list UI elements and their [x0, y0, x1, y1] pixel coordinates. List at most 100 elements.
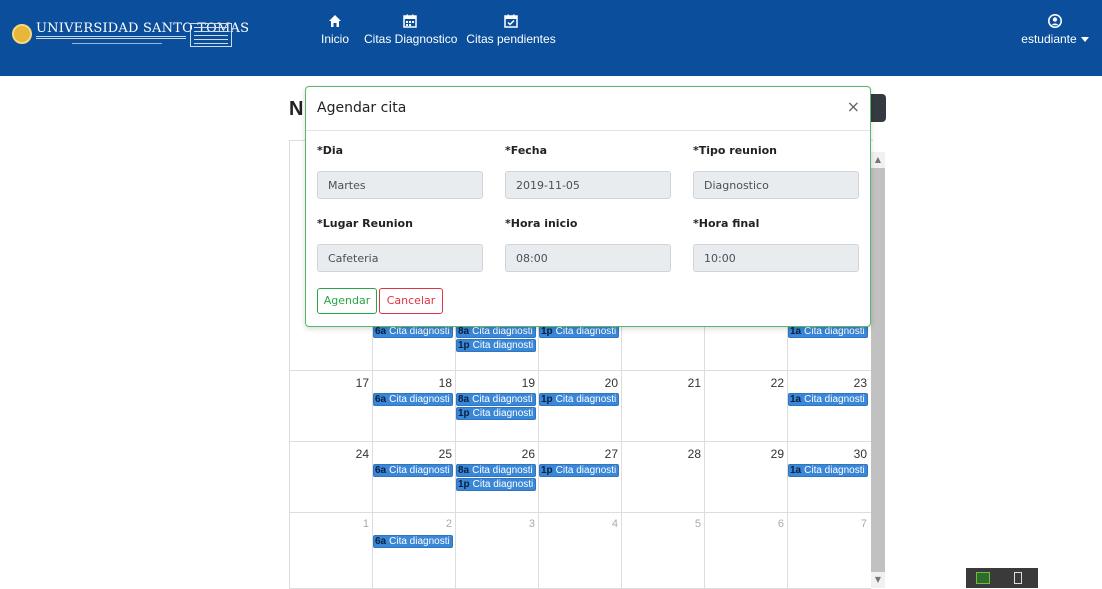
- day-number: 3: [528, 518, 535, 530]
- tipo-reunion-field[interactable]: Diagnostico: [693, 171, 859, 199]
- event-time: 1p: [541, 465, 553, 476]
- event-title: Cita diagnosti: [472, 340, 534, 351]
- calendar-event[interactable]: 8a Cita diagnosti: [456, 393, 536, 406]
- calendar-event[interactable]: 1p Cita diagnosti: [456, 407, 536, 420]
- calendar-scrollbar[interactable]: ▲ ▼: [871, 152, 885, 588]
- calendar-day-cell[interactable]: 4: [538, 513, 621, 588]
- calendar-day-cell[interactable]: 24: [289, 442, 372, 512]
- fecha-label: *Fecha: [505, 144, 548, 157]
- logo-subtitle-line: [72, 43, 162, 44]
- calendar-day-cell[interactable]: 20: [538, 371, 621, 441]
- event-time: 1p: [458, 340, 470, 351]
- event-title: Cita diagnosti: [555, 326, 617, 337]
- cancelar-button[interactable]: Cancelar: [379, 288, 443, 314]
- calendar-event[interactable]: 8a Cita diagnosti: [456, 464, 536, 477]
- calendar-day-cell[interactable]: 1: [289, 513, 372, 588]
- nav-inicio[interactable]: Inicio: [317, 14, 353, 46]
- tipo-reunion-label: *Tipo reunion: [693, 144, 777, 157]
- calendar-event[interactable]: 1a Cita diagnosti: [788, 464, 868, 477]
- hora-final-field[interactable]: 10:00: [693, 244, 859, 272]
- caret-down-icon: [1080, 37, 1089, 43]
- calendar-event[interactable]: 1p Cita diagnosti: [456, 339, 536, 352]
- calendar-day-cell[interactable]: 27: [538, 442, 621, 512]
- calendar-day-cell[interactable]: 26: [455, 442, 538, 512]
- user-label: estudiante: [1021, 32, 1077, 46]
- agendar-button[interactable]: Agendar: [317, 288, 377, 314]
- day-number: 2: [445, 518, 452, 530]
- calendar-day-cell[interactable]: 6: [704, 513, 787, 588]
- nvidia-icon[interactable]: [976, 572, 990, 584]
- calendar-day-cell[interactable]: 7: [787, 513, 870, 588]
- calendar-day-cell[interactable]: 17: [289, 371, 372, 441]
- calendar-event[interactable]: 1p Cita diagnosti: [539, 393, 619, 406]
- lugar-reunion-field[interactable]: Cafeteria: [317, 244, 483, 272]
- day-number: 5: [694, 518, 701, 530]
- nav-citas-label: Citas Diagnostico: [364, 32, 458, 46]
- logo-subtitle-lines: [36, 36, 186, 39]
- scroll-down-arrow-icon[interactable]: ▼: [871, 572, 885, 588]
- calendar-event[interactable]: 6a Cita diagnosti: [373, 393, 453, 406]
- university-seal-icon: [12, 24, 32, 44]
- calendar-day-cell[interactable]: 21: [621, 371, 704, 441]
- event-time: 6a: [375, 326, 387, 337]
- nav-pendientes-label: Citas pendientes: [466, 32, 556, 46]
- day-number: 30: [853, 447, 867, 461]
- accreditation-badge: [190, 23, 232, 47]
- calendar-day-cell[interactable]: 22: [704, 371, 787, 441]
- event-time: 1p: [458, 479, 470, 490]
- usb-icon[interactable]: [1014, 572, 1022, 584]
- nav-inicio-label: Inicio: [320, 32, 349, 46]
- calendar-day-cell[interactable]: 19: [455, 371, 538, 441]
- calendar-day-cell[interactable]: 18: [372, 371, 455, 441]
- calendar-event[interactable]: 6a Cita diagnosti: [373, 464, 453, 477]
- day-number: 1: [362, 518, 369, 530]
- calendar-event[interactable]: 1a Cita diagnosti: [788, 393, 868, 406]
- event-title: Cita diagnosti: [555, 465, 617, 476]
- calendar-event[interactable]: 1p Cita diagnosti: [456, 478, 536, 491]
- event-time: 8a: [458, 465, 470, 476]
- day-number: 24: [355, 447, 369, 461]
- event-title: Cita diagnosti: [472, 479, 534, 490]
- calendar-day-cell[interactable]: 29: [704, 442, 787, 512]
- calendar-day-cell[interactable]: 30: [787, 442, 870, 512]
- nav-citas-diagnostico[interactable]: Citas Diagnostico: [364, 14, 458, 46]
- calendar-day-cell[interactable]: 5: [621, 513, 704, 588]
- event-title: Cita diagnosti: [472, 408, 534, 419]
- calendar-day-cell[interactable]: 25: [372, 442, 455, 512]
- agendar-cita-modal: Agendar cita × *Dia Martes *Fecha 2019-1…: [305, 86, 871, 327]
- event-title: Cita diagnosti: [804, 465, 865, 476]
- event-title: Cita diagnosti: [389, 394, 450, 405]
- calendar-day-cell[interactable]: 3: [455, 513, 538, 588]
- day-number: 4: [611, 518, 618, 530]
- event-time: 1p: [458, 408, 470, 419]
- event-time: 6a: [375, 536, 387, 547]
- event-title: Cita diagnosti: [389, 536, 450, 547]
- scroll-up-arrow-icon[interactable]: ▲: [871, 152, 885, 168]
- day-number: 28: [687, 447, 701, 461]
- day-number: 21: [687, 376, 701, 390]
- event-title: Cita diagnosti: [472, 394, 533, 405]
- event-title: Cita diagnosti: [804, 394, 865, 405]
- university-logo[interactable]: UNIVERSIDAD SANTO TOMAS: [12, 21, 249, 51]
- calendar-day-cell[interactable]: 2: [372, 513, 455, 588]
- event-time: 1p: [541, 394, 553, 405]
- calendar-event[interactable]: 1p Cita diagnosti: [539, 464, 619, 477]
- calendar-event[interactable]: 6a Cita diagnosti: [373, 535, 453, 548]
- user-dropdown[interactable]: estudiante: [1020, 14, 1090, 46]
- event-title: Cita diagnosti: [804, 326, 865, 337]
- event-time: 1a: [790, 326, 802, 337]
- event-title: Cita diagnosti: [555, 394, 617, 405]
- nav-citas-pendientes[interactable]: Citas pendientes: [465, 14, 557, 46]
- modal-title: Agendar cita: [317, 100, 407, 116]
- hora-inicio-field[interactable]: 08:00: [505, 244, 671, 272]
- lugar-reunion-label: *Lugar Reunion: [317, 217, 413, 230]
- calendar-day-cell[interactable]: 23: [787, 371, 870, 441]
- close-icon[interactable]: ×: [847, 97, 860, 116]
- event-title: Cita diagnosti: [472, 465, 533, 476]
- calendar-week-row: 24 25 26 27 28 29 30 6a Cita diagnosti 8a Cita dia…: [289, 442, 871, 513]
- calendar-day-cell[interactable]: 28: [621, 442, 704, 512]
- dia-field[interactable]: Martes: [317, 171, 483, 199]
- day-number: 23: [853, 376, 867, 390]
- fecha-field[interactable]: 2019-11-05: [505, 171, 671, 199]
- top-navbar: UNIVERSIDAD SANTO TOMAS Inicio Citas Dia…: [0, 0, 1102, 76]
